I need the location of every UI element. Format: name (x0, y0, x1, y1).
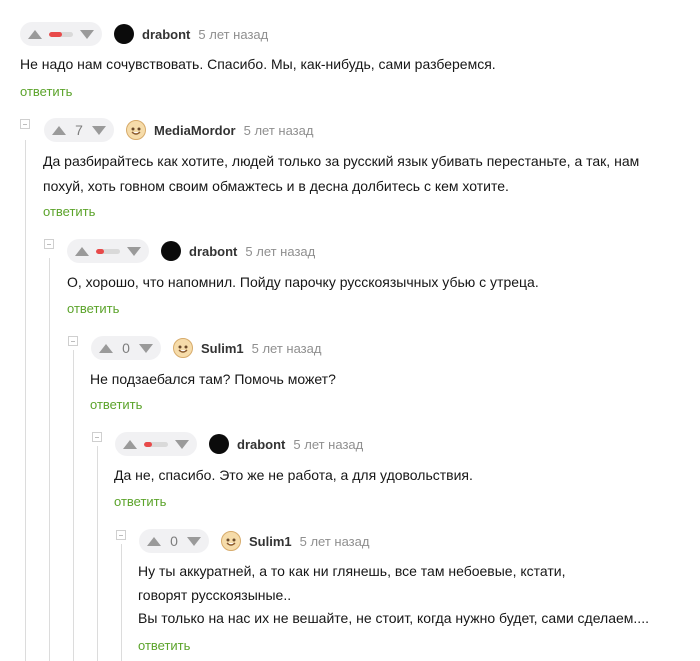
author-name[interactable]: Sulim1 (249, 534, 292, 549)
comment-text: О, хорошо, что напомнил. Пойду парочку р… (67, 274, 539, 290)
author-name[interactable]: drabont (142, 27, 190, 42)
comment-header: 7 MediaMordor 5 лет назад (44, 118, 313, 142)
upvote-icon[interactable] (28, 29, 42, 39)
avatar[interactable] (126, 120, 146, 140)
upvote-icon[interactable] (123, 439, 137, 449)
upvote-icon[interactable] (75, 246, 89, 256)
collapse-thread-button[interactable] (116, 530, 126, 540)
comment-time[interactable]: 5 лет назад (244, 123, 314, 138)
rating-bar (49, 31, 73, 37)
comment-header: drabont 5 лет назад (67, 239, 315, 263)
thread-line (25, 140, 26, 661)
rating-bar (96, 248, 120, 254)
author-name[interactable]: drabont (237, 437, 285, 452)
comment-header: drabont 5 лет назад (20, 22, 268, 46)
avatar[interactable] (209, 434, 229, 454)
rating-widget: 0 (91, 336, 161, 360)
rating-score: 0 (122, 340, 130, 356)
comment-time[interactable]: 5 лет назад (245, 244, 315, 259)
reply-button[interactable]: ответить (90, 397, 142, 412)
rating-bar (144, 441, 168, 447)
downvote-icon[interactable] (80, 29, 94, 39)
rating-widget (67, 239, 149, 263)
downvote-icon[interactable] (92, 125, 106, 135)
comment-time[interactable]: 5 лет назад (252, 341, 322, 356)
thread-line (97, 446, 98, 661)
upvote-icon[interactable] (99, 343, 113, 353)
collapse-thread-button[interactable] (68, 336, 78, 346)
upvote-icon[interactable] (147, 536, 161, 546)
rating-score: 0 (170, 533, 178, 549)
rating-widget (20, 22, 102, 46)
comment-header: drabont 5 лет назад (115, 432, 363, 456)
comment-text: Не надо нам сочувствовать. Спасибо. Мы, … (20, 56, 496, 72)
author-name[interactable]: MediaMordor (154, 123, 236, 138)
comment-text: Да не, спасибо. Это же не работа, а для … (114, 467, 473, 483)
thread-line (121, 544, 122, 661)
downvote-icon[interactable] (127, 246, 141, 256)
comment-text: Ну ты аккуратней, а то как ни глянешь, в… (138, 563, 649, 626)
author-name[interactable]: Sulim1 (201, 341, 244, 356)
reply-button[interactable]: ответить (67, 301, 119, 316)
comment-time[interactable]: 5 лет назад (293, 437, 363, 452)
collapse-thread-button[interactable] (44, 239, 54, 249)
avatar[interactable] (114, 24, 134, 44)
rating-widget: 0 (139, 529, 209, 553)
author-name[interactable]: drabont (189, 244, 237, 259)
reply-button[interactable]: ответить (43, 204, 95, 219)
collapse-thread-button[interactable] (20, 119, 30, 129)
downvote-icon[interactable] (187, 536, 201, 546)
comment-header: 0 Sulim1 5 лет назад (91, 336, 321, 360)
thread-line (49, 258, 50, 661)
thread-line (73, 350, 74, 661)
avatar[interactable] (161, 241, 181, 261)
avatar[interactable] (173, 338, 193, 358)
reply-button[interactable]: ответить (138, 638, 190, 653)
avatar[interactable] (221, 531, 241, 551)
comment-time[interactable]: 5 лет назад (198, 27, 268, 42)
downvote-icon[interactable] (175, 439, 189, 449)
rating-widget (115, 432, 197, 456)
reply-button[interactable]: ответить (20, 84, 72, 99)
comment-text: Да разбирайтесь как хотите, людей только… (43, 153, 640, 194)
comment-time[interactable]: 5 лет назад (300, 534, 370, 549)
comment-header: 0 Sulim1 5 лет назад (139, 529, 369, 553)
upvote-icon[interactable] (52, 125, 66, 135)
collapse-thread-button[interactable] (92, 432, 102, 442)
rating-score: 7 (75, 122, 83, 138)
rating-widget: 7 (44, 118, 114, 142)
reply-button[interactable]: ответить (114, 494, 166, 509)
comment-text: Не подзаебался там? Помочь может? (90, 371, 336, 387)
downvote-icon[interactable] (139, 343, 153, 353)
